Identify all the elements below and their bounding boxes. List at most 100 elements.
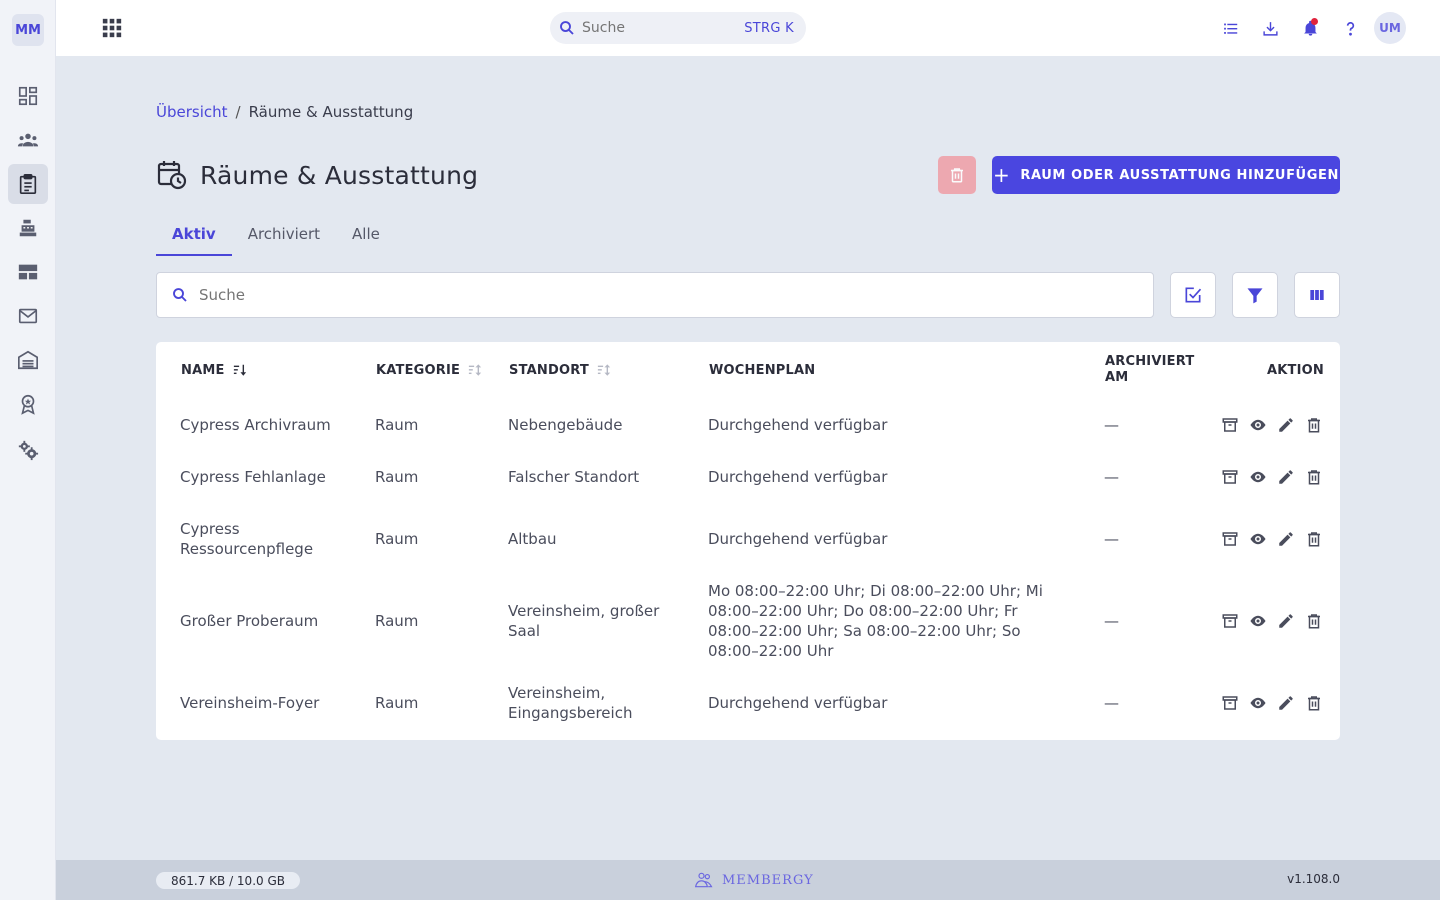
app-launcher-button[interactable] [100, 16, 124, 40]
trash-icon [1308, 696, 1320, 711]
row-actions [1220, 668, 1324, 738]
table-row[interactable]: Vereinsheim-Foyer Raum Vereinsheim, Eing… [156, 668, 1340, 738]
clipboard-icon [19, 174, 37, 194]
table-row[interactable]: Cypress Archivraum Raum Nebengebäude Dur… [156, 400, 1340, 450]
eye-icon [1250, 697, 1266, 709]
archive-button[interactable] [1220, 611, 1240, 631]
edit-button[interactable] [1276, 415, 1296, 435]
column-header-aktion: AKTION [1267, 342, 1324, 398]
column-header-wochenplan-label: WOCHENPLAN [709, 362, 816, 378]
help-button[interactable] [1330, 12, 1370, 44]
view-button[interactable] [1248, 529, 1268, 549]
edit-button[interactable] [1276, 611, 1296, 631]
row-actions [1220, 400, 1324, 450]
archive-button[interactable] [1220, 415, 1240, 435]
add-resource-button[interactable]: + RAUM ODER AUSSTATTUNG HINZUFÜGEN [992, 156, 1340, 194]
cell-standort: Vereinsheim, großer Saal [508, 602, 660, 640]
archive-button[interactable] [1220, 529, 1240, 549]
footer: 861.7 KB / 10.0 GB MEMBERGY v1.108.0 [56, 860, 1440, 900]
cell-archiviert: — [1104, 694, 1119, 712]
edit-button[interactable] [1276, 693, 1296, 713]
table-search-input[interactable] [199, 286, 1099, 304]
sidebar: MM [0, 0, 56, 900]
edit-button[interactable] [1276, 467, 1296, 487]
view-button[interactable] [1248, 611, 1268, 631]
plus-icon: + [993, 163, 1011, 187]
cell-kategorie: Raum [375, 530, 419, 548]
archive-button[interactable] [1220, 467, 1240, 487]
global-search-input[interactable] [582, 20, 732, 36]
delete-button[interactable] [1304, 529, 1324, 549]
tab-aktiv[interactable]: Aktiv [156, 214, 232, 256]
table-search[interactable] [156, 272, 1154, 318]
cell-name: Vereinsheim-Foyer [180, 694, 320, 712]
brand-name: MEMBERGY [722, 872, 814, 888]
gears-icon [18, 440, 39, 461]
cell-name: Großer Proberaum [180, 612, 319, 630]
sort-icon [597, 364, 611, 376]
sidebar-item-dashboard[interactable] [8, 76, 48, 116]
column-header-aktion-label: AKTION [1267, 362, 1324, 378]
tab-alle[interactable]: Alle [336, 214, 396, 254]
cell-name: Cypress Archivraum [180, 416, 331, 434]
view-button[interactable] [1248, 467, 1268, 487]
page-header: Räume & Ausstattung [156, 156, 478, 194]
warehouse-icon [18, 350, 38, 370]
eye-icon [1250, 533, 1266, 545]
trash-icon [951, 168, 963, 183]
table-row[interactable]: Cypress Fehlanlage Raum Falscher Standor… [156, 452, 1340, 502]
table-layout-icon [18, 264, 38, 280]
pencil-icon [1279, 614, 1293, 628]
column-header-archiviert[interactable]: ARCHIVIERT AM [1105, 342, 1194, 398]
select-mode-button[interactable] [1170, 272, 1216, 318]
delete-button[interactable] [1304, 693, 1324, 713]
bulk-delete-button[interactable] [938, 156, 976, 194]
global-search[interactable]: STRG K [550, 12, 806, 44]
table-row[interactable]: Cypress Ressourcenpflege Raum Altbau Dur… [156, 504, 1340, 574]
sidebar-item-cash-register[interactable] [8, 208, 48, 248]
column-header-standort[interactable]: STANDORT [509, 342, 611, 398]
filter-button[interactable] [1232, 272, 1278, 318]
mail-icon [18, 308, 38, 324]
award-icon [21, 394, 35, 415]
user-avatar[interactable]: UM [1374, 12, 1406, 44]
top-bar: STRG K UM [56, 0, 1440, 56]
breadcrumb-home-link[interactable]: Übersicht [156, 103, 228, 121]
column-header-standort-label: STANDORT [509, 362, 589, 378]
task-list-button[interactable] [1210, 12, 1250, 44]
cell-standort: Vereinsheim, Eingangsbereich [508, 684, 633, 722]
delete-button[interactable] [1304, 611, 1324, 631]
sidebar-item-awards[interactable] [8, 384, 48, 424]
columns-button[interactable] [1294, 272, 1340, 318]
view-button[interactable] [1248, 693, 1268, 713]
view-button[interactable] [1248, 415, 1268, 435]
table-row[interactable]: Großer Proberaum Raum Vereinsheim, große… [156, 576, 1340, 666]
archive-button[interactable] [1220, 693, 1240, 713]
downloads-button[interactable] [1250, 12, 1290, 44]
edit-button[interactable] [1276, 529, 1296, 549]
sidebar-item-resources[interactable] [8, 164, 48, 204]
sidebar-item-layout[interactable] [8, 252, 48, 292]
notification-dot [1311, 18, 1318, 25]
status-tabs: Aktiv Archiviert Alle [156, 214, 396, 256]
breadcrumb: Übersicht / Räume & Ausstattung [156, 103, 413, 121]
tab-archiviert[interactable]: Archiviert [232, 214, 336, 254]
search-icon [173, 288, 187, 302]
pencil-icon [1279, 696, 1293, 710]
top-actions: UM [1210, 12, 1406, 44]
column-header-archiviert-label: ARCHIVIERT [1105, 354, 1195, 369]
org-logo[interactable]: MM [12, 14, 44, 46]
sidebar-item-members[interactable] [8, 120, 48, 160]
cell-standort: Falscher Standort [508, 468, 640, 486]
cell-archiviert: — [1104, 416, 1119, 434]
sidebar-item-mail[interactable] [8, 296, 48, 336]
delete-button[interactable] [1304, 467, 1324, 487]
cell-name: Cypress Fehlanlage [180, 468, 326, 486]
column-header-name[interactable]: NAME [181, 342, 247, 398]
sidebar-item-warehouse[interactable] [8, 340, 48, 380]
column-header-kategorie[interactable]: KATEGORIE [376, 342, 482, 398]
sidebar-item-settings[interactable] [8, 430, 48, 470]
delete-button[interactable] [1304, 415, 1324, 435]
notifications-button[interactable] [1290, 12, 1330, 44]
archive-icon [1222, 470, 1238, 484]
